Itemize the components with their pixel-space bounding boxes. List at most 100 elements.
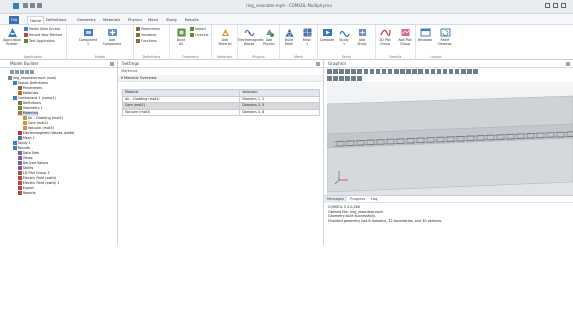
tab-results[interactable]: Results bbox=[183, 16, 201, 24]
graphics-viewport[interactable] bbox=[327, 82, 573, 195]
axis-icon[interactable] bbox=[448, 69, 454, 74]
add-material-label: Add Material bbox=[218, 38, 232, 46]
click-select-icon[interactable] bbox=[381, 69, 387, 74]
tree-node-label: Reports bbox=[22, 191, 36, 195]
lock-view-icon[interactable] bbox=[345, 76, 350, 81]
close-icon[interactable] bbox=[561, 3, 566, 8]
windows-button[interactable]: Windows bbox=[414, 27, 436, 43]
maximize-icon[interactable] bbox=[553, 3, 558, 8]
parameters-button[interactable]: Parameters bbox=[136, 27, 160, 31]
tab-home[interactable]: Home bbox=[27, 16, 45, 24]
study-icon bbox=[13, 141, 17, 145]
undo-icon[interactable] bbox=[30, 3, 35, 8]
material-icon bbox=[23, 121, 27, 125]
pin-icon[interactable] bbox=[110, 62, 114, 66]
collapse-icon[interactable] bbox=[25, 70, 29, 74]
add-plot-group-button[interactable]: Add Plot Group bbox=[394, 27, 416, 47]
tab-progress[interactable]: Progress bbox=[347, 196, 368, 203]
material-overview-section[interactable]: ▾ Material Overview bbox=[118, 75, 323, 82]
group-label-materials: Materials bbox=[216, 55, 233, 59]
view-xy-icon[interactable] bbox=[418, 69, 423, 74]
build-all-button[interactable]: Build All bbox=[170, 27, 192, 47]
tree-node-label: Views bbox=[22, 156, 33, 160]
import-button[interactable]: Import bbox=[190, 27, 206, 31]
zoom-in-icon[interactable] bbox=[327, 69, 332, 74]
select-edges-icon[interactable] bbox=[369, 69, 375, 74]
tab-messages[interactable]: Messages bbox=[324, 196, 348, 203]
tab-study[interactable]: Study bbox=[164, 16, 179, 24]
back-icon[interactable] bbox=[10, 70, 14, 74]
application-builder-button[interactable]: Application Builder bbox=[1, 27, 23, 47]
tab-materials[interactable]: Materials bbox=[101, 16, 122, 24]
add-component-icon bbox=[107, 29, 117, 36]
add-component-button[interactable]: Add Component bbox=[101, 27, 123, 47]
mesh-icon bbox=[18, 136, 22, 140]
zoom-box-icon[interactable] bbox=[339, 69, 344, 74]
window-title: ring_resonator.mph - COMSOL Multiphysics bbox=[246, 3, 333, 8]
image-snapshot-icon[interactable] bbox=[467, 69, 472, 74]
add-material-button[interactable]: Add Material bbox=[214, 27, 236, 47]
tree-node-label: Core (mat2) bbox=[27, 121, 49, 125]
select-domains-icon[interactable] bbox=[357, 69, 362, 74]
model-data-access-button[interactable]: Model Data Access bbox=[24, 27, 60, 31]
mesh1-button[interactable]: Mesh 1 bbox=[296, 27, 318, 47]
minimize-icon[interactable] bbox=[545, 3, 550, 8]
view-options-icon[interactable] bbox=[473, 69, 478, 74]
perspective-icon[interactable] bbox=[357, 76, 362, 81]
data-access-icon bbox=[24, 27, 28, 31]
message-line: Finalized geometry has 6 domains, 32 bou… bbox=[328, 218, 443, 223]
electromagnetic-waves-button[interactable]: Electromagnetic Waves bbox=[238, 27, 264, 47]
select-objects-icon[interactable] bbox=[351, 69, 356, 74]
graphics-header: Graphics bbox=[324, 60, 573, 68]
tree-node[interactable]: Reports bbox=[18, 191, 36, 196]
functions-button[interactable]: Functions bbox=[136, 39, 157, 43]
tab-mesh[interactable]: Mesh bbox=[146, 16, 160, 24]
tab-definitions[interactable]: Definitions bbox=[44, 16, 68, 24]
hide-icon[interactable] bbox=[333, 76, 338, 81]
add-study-label: Add Study bbox=[357, 38, 367, 46]
zoom-extents-icon[interactable] bbox=[345, 69, 350, 74]
tab-file[interactable]: File bbox=[9, 16, 20, 24]
forward-icon[interactable] bbox=[15, 70, 19, 74]
table-row[interactable]: Vacuum (mat3) Domains 4, 6 bbox=[121, 108, 320, 116]
root-icon bbox=[8, 76, 12, 80]
redo-icon[interactable] bbox=[37, 3, 42, 8]
clear-selection-icon[interactable] bbox=[394, 69, 399, 74]
box-select-icon[interactable] bbox=[387, 69, 393, 74]
variables-button[interactable]: Variables bbox=[136, 33, 156, 37]
record-method-button[interactable]: Record New Method bbox=[24, 33, 62, 37]
reset-view-icon[interactable] bbox=[454, 69, 460, 74]
reset-desktop-button[interactable]: Reset Desktop bbox=[434, 27, 456, 47]
livelink-button[interactable]: LiveLink bbox=[190, 33, 208, 37]
wireframe-icon[interactable] bbox=[406, 69, 411, 74]
select-points-icon[interactable] bbox=[375, 69, 381, 74]
add-study-button[interactable]: Add Study bbox=[351, 27, 373, 47]
test-application-button[interactable]: Test Application bbox=[24, 39, 55, 43]
save-icon[interactable] bbox=[23, 3, 28, 8]
livelink-icon bbox=[190, 33, 194, 37]
grid-icon[interactable] bbox=[442, 69, 448, 74]
pin-icon[interactable] bbox=[566, 62, 570, 66]
select-boundaries-icon[interactable] bbox=[363, 69, 369, 74]
expand-icon[interactable] bbox=[20, 70, 24, 74]
pin-icon[interactable] bbox=[316, 62, 320, 66]
transparency-icon[interactable] bbox=[400, 69, 405, 74]
view-yz-icon[interactable] bbox=[424, 69, 429, 74]
show-more-icon[interactable] bbox=[30, 70, 34, 74]
tab-geometry[interactable]: Geometry bbox=[75, 16, 98, 24]
rotate-icon[interactable] bbox=[436, 69, 442, 74]
model-builder-header: Model Builder bbox=[0, 60, 117, 68]
view-zx-icon[interactable] bbox=[430, 69, 436, 74]
add-physics-button[interactable]: Add Physics bbox=[258, 27, 280, 47]
render-icon[interactable] bbox=[327, 76, 332, 81]
tab-physics[interactable]: Physics bbox=[126, 16, 144, 24]
plot-group-button[interactable]: 2D Plot Group bbox=[374, 27, 396, 47]
show-icon[interactable] bbox=[339, 76, 344, 81]
zoom-out-icon[interactable] bbox=[333, 69, 338, 74]
scene-light-icon[interactable] bbox=[412, 69, 417, 74]
tree-node-label: Global Definitions bbox=[17, 81, 48, 85]
component-button[interactable]: Component 1 bbox=[77, 27, 99, 47]
fit-icon[interactable] bbox=[351, 76, 356, 81]
print-icon[interactable] bbox=[461, 69, 466, 74]
tab-log[interactable]: Log bbox=[368, 196, 380, 203]
